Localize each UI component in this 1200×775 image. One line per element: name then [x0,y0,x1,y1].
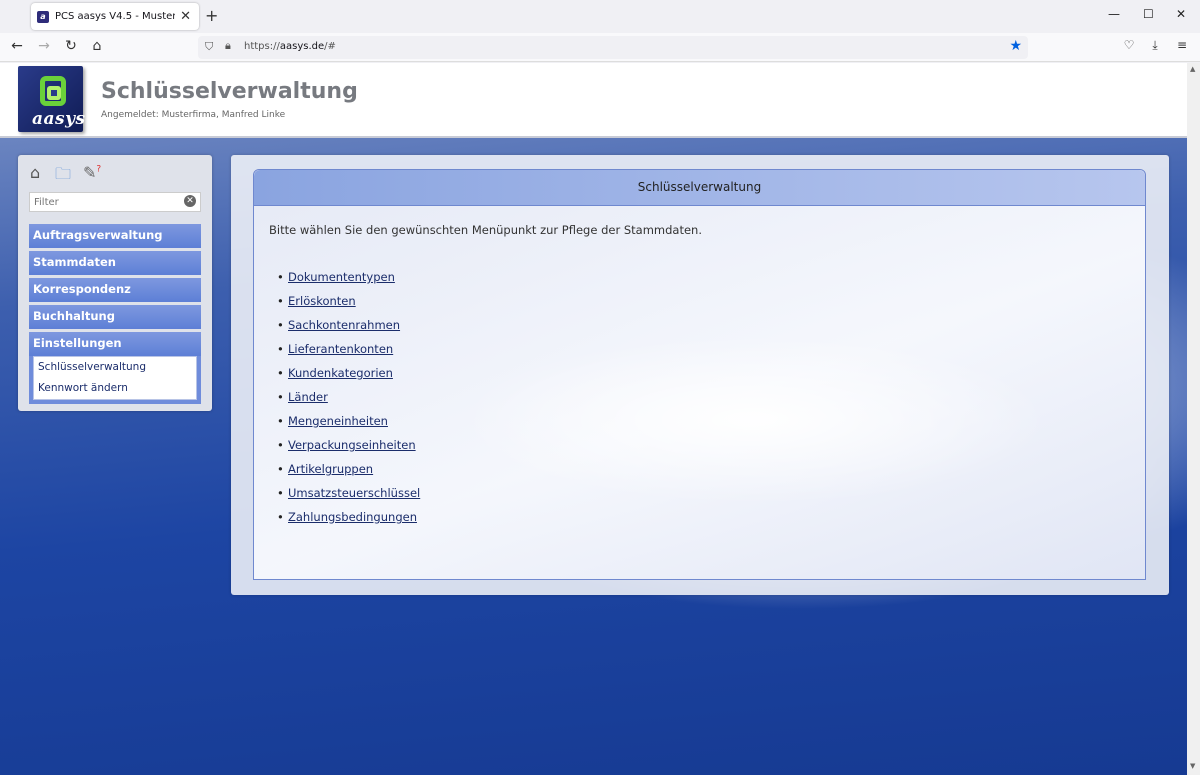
list-item: Umsatzsteuerschlüssel [277,486,420,510]
link-list: Dokumententypen Erlöskonten Sachkontenra… [277,270,420,534]
tab-title: PCS aasys V4.5 - Musterfirma - ( [55,11,175,22]
link-umsatzsteuerschluessel[interactable]: Umsatzsteuerschlüssel [288,486,420,500]
submenu-item-schluesselverwaltung[interactable]: Schlüsselverwaltung [34,357,196,378]
forward-icon[interactable]: → [35,38,53,54]
link-mengeneinheiten[interactable]: Mengeneinheiten [288,414,388,428]
filter-input[interactable] [30,193,170,211]
folder-icon[interactable]: 🗀 [55,163,71,190]
link-verpackungseinheiten[interactable]: Verpackungseinheiten [288,438,416,452]
back-icon[interactable]: ← [8,38,26,54]
link-lieferantenkonten[interactable]: Lieferantenkonten [288,342,393,356]
list-item: Länder [277,390,420,414]
link-dokumententypen[interactable]: Dokumententypen [288,270,395,284]
link-laender[interactable]: Länder [288,390,328,404]
link-kundenkategorien[interactable]: Kundenkategorien [288,366,393,380]
scroll-up-icon[interactable]: ▲ [1190,65,1195,73]
list-item: Dokumententypen [277,270,420,294]
maximize-icon[interactable]: ☐ [1143,7,1154,21]
clear-filter-icon[interactable]: ✕ [184,195,196,207]
help-tools-icon[interactable]: ✎? [83,163,101,182]
menu-icon[interactable]: ≡ [1173,38,1191,52]
vertical-scrollbar[interactable] [1187,63,1200,775]
intro-text: Bitte wählen Sie den gewünschten Menüpun… [269,223,702,237]
logo-mark-inner [47,86,61,100]
close-tab-icon[interactable]: ✕ [180,9,191,24]
sidebar-item-korrespondenz[interactable]: Korrespondenz [29,278,201,302]
home-icon[interactable]: ⌂ [88,38,106,54]
submenu-einstellungen: Schlüsselverwaltung Kennwort ändern [33,356,197,400]
web-page: aasys Schlüsselverwaltung Angemeldet: Mu… [0,63,1187,775]
reload-icon[interactable]: ↻ [62,38,80,54]
list-item: Zahlungsbedingungen [277,510,420,534]
sidebar: ⌂ 🗀 ✎? ✕ Auftragsverwaltung Stammdaten K… [18,155,212,411]
link-sachkontenrahmen[interactable]: Sachkontenrahmen [288,318,400,332]
sidebar-item-einstellungen[interactable]: Einstellungen [29,332,201,356]
browser-tab[interactable]: a PCS aasys V4.5 - Musterfirma - ( ✕ [31,3,199,30]
favicon-icon: a [37,10,49,23]
sidebar-group-einstellungen: Einstellungen Schlüsselverwaltung Kennwo… [29,332,201,404]
main-panel: Schlüsselverwaltung Bitte wählen Sie den… [231,155,1169,595]
content-box: Schlüsselverwaltung Bitte wählen Sie den… [253,169,1146,580]
submenu-item-kennwort-aendern[interactable]: Kennwort ändern [34,378,196,399]
list-item: Lieferantenkonten [277,342,420,366]
link-artikelgruppen[interactable]: Artikelgruppen [288,462,373,476]
sidebar-item-stammdaten[interactable]: Stammdaten [29,251,201,275]
minimize-icon[interactable]: — [1108,7,1120,21]
lock-icon[interactable]: 🔒︎ [225,39,231,53]
pocket-icon[interactable]: ♡ [1120,38,1138,52]
link-zahlungsbedingungen[interactable]: Zahlungsbedingungen [288,510,417,524]
url-bar[interactable]: ⛉ 🔒︎ https://aasys.de/# ★ [198,36,1028,59]
list-item: Sachkontenrahmen [277,318,420,342]
scroll-down-icon[interactable]: ▼ [1190,762,1195,770]
close-window-icon[interactable]: ✕ [1176,7,1186,21]
new-tab-icon[interactable]: + [205,6,218,25]
bookmark-star-icon[interactable]: ★ [1009,38,1022,54]
logo-text: aasys [32,109,86,129]
sidebar-item-auftragsverwaltung[interactable]: Auftragsverwaltung [29,224,201,248]
download-icon[interactable]: ⤓ [1146,38,1164,53]
list-item: Artikelgruppen [277,462,420,486]
app-header: aasys Schlüsselverwaltung Angemeldet: Mu… [0,63,1187,138]
browser-tab-bar: a PCS aasys V4.5 - Musterfirma - ( ✕ + —… [0,0,1200,33]
content-title: Schlüsselverwaltung [254,170,1145,206]
page-title: Schlüsselverwaltung [101,79,358,104]
list-item: Mengeneinheiten [277,414,420,438]
browser-nav-bar: ← → ↻ ⌂ ⛉ 🔒︎ https://aasys.de/# ★ ♡ ⤓ ≡ [0,33,1200,62]
list-item: Kundenkategorien [277,366,420,390]
sidebar-menu: Auftragsverwaltung Stammdaten Korrespond… [29,224,201,404]
logged-in-user: Angemeldet: Musterfirma, Manfred Linke [101,110,286,120]
url-text[interactable]: https://aasys.de/# [244,41,336,52]
filter-field[interactable]: ✕ [29,192,201,212]
list-item: Verpackungseinheiten [277,438,420,462]
tracking-shield-icon[interactable]: ⛉ [205,40,213,54]
home-icon[interactable]: ⌂ [30,163,40,182]
pcs-logo: aasys [18,66,86,132]
link-erloeskonten[interactable]: Erlöskonten [288,294,356,308]
sidebar-item-buchhaltung[interactable]: Buchhaltung [29,305,201,329]
list-item: Erlöskonten [277,294,420,318]
